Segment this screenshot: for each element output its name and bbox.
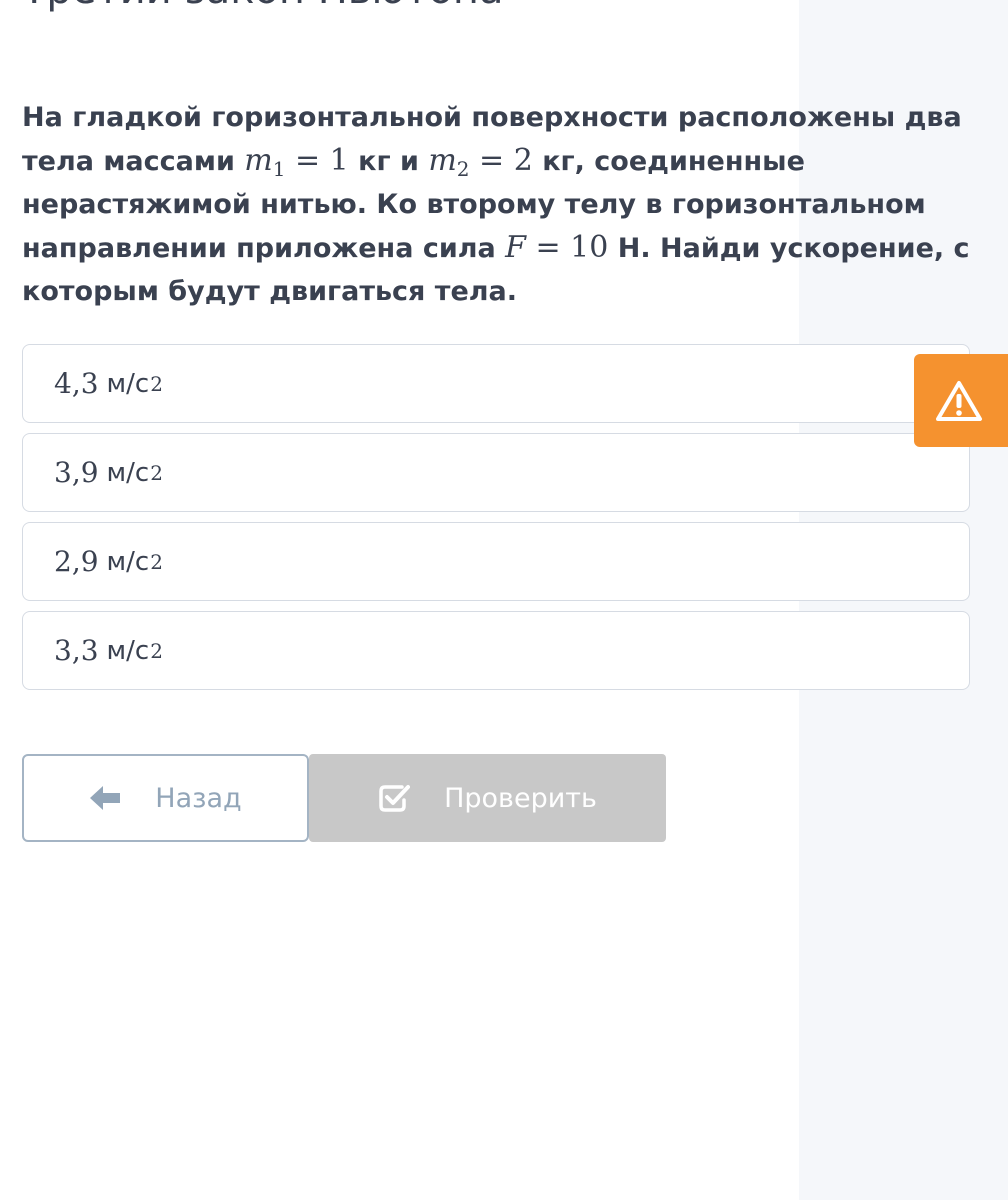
check-square-icon — [379, 785, 411, 812]
answer-option-2[interactable]: 3,9 м/с 2 — [22, 433, 970, 512]
check-button-label: Проверить — [444, 782, 597, 814]
option-value: 4,3 — [54, 367, 99, 400]
arrow-left-icon — [90, 786, 121, 810]
formula-m2: m2 = 2 — [428, 143, 533, 181]
question-text: На гладкой горизонтальной поверхности ра… — [22, 96, 972, 313]
option-unit: м/с — [106, 546, 150, 577]
check-button[interactable]: Проверить — [309, 754, 666, 842]
page-title: Третий закон Ньютона — [22, 0, 503, 14]
option-value: 3,9 — [54, 456, 99, 489]
answer-option-4[interactable]: 3,3 м/с 2 — [22, 611, 970, 690]
answer-option-3[interactable]: 2,9 м/с 2 — [22, 522, 970, 601]
formula-m1: m1 = 1 — [244, 143, 349, 181]
report-problem-button[interactable] — [914, 354, 1008, 447]
option-unit: м/с — [106, 457, 150, 488]
back-button-label: Назад — [155, 782, 242, 814]
answer-options: 4,3 м/с 2 3,9 м/с 2 2,9 м/с 2 3,3 м/с 2 — [22, 344, 970, 700]
option-value: 3,3 — [54, 634, 99, 667]
question-text-part-unit: кг и — [348, 146, 429, 177]
formula-force: F = 10 — [505, 230, 609, 265]
option-value: 2,9 — [54, 545, 99, 578]
warning-icon — [936, 380, 982, 421]
answer-option-1[interactable]: 4,3 м/с 2 — [22, 344, 970, 423]
back-button[interactable]: Назад — [22, 754, 309, 842]
option-unit: м/с — [106, 635, 150, 666]
option-unit: м/с — [106, 368, 150, 399]
